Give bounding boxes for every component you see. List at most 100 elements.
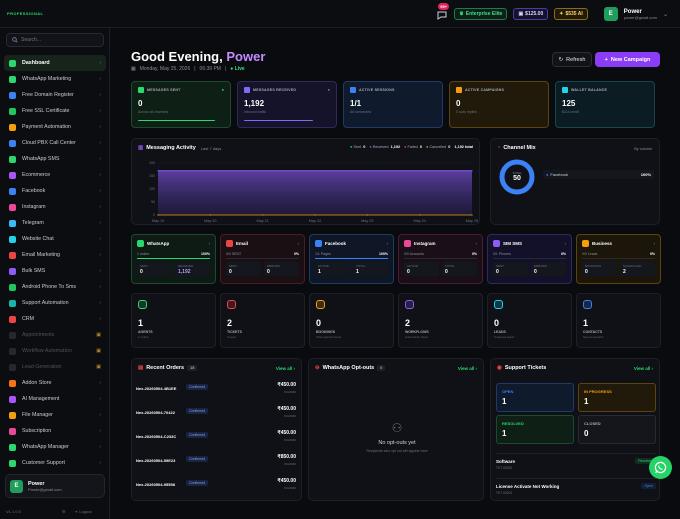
sidebar-item-free-ssl-certificate[interactable]: Free SSL Certificate › xyxy=(4,103,106,119)
channel-progress-track xyxy=(315,258,388,259)
optouts-view-all-link[interactable]: View all › xyxy=(458,366,477,371)
sidebar-item-whatsapp-marketing[interactable]: WhatsApp Marketing › xyxy=(4,71,106,87)
ticket-box-open[interactable]: OPEN 1 xyxy=(496,383,574,412)
channel-stat-value: 0 xyxy=(267,269,270,275)
sidebar-item-icon xyxy=(9,443,16,451)
sidebar-item-icon xyxy=(9,91,16,99)
order-row[interactable]: Nex-20260504-95558 Confirmed ₹450.00 5/4/20… xyxy=(136,477,296,499)
ticket-box-in-progress[interactable]: IN PROGRESS 1 xyxy=(578,383,656,412)
order-date: 5/4/2026 xyxy=(284,390,296,394)
sidebar-item-label: Email Marketing xyxy=(22,252,60,258)
sidebar-item-whatsapp-sms[interactable]: WhatsApp SMS › xyxy=(4,151,106,167)
sidebar-item-label: Lead Generation xyxy=(22,364,62,370)
ai-credits-badge[interactable]: ✦ $535 AI xyxy=(554,8,588,20)
order-row[interactable]: Nex-20260504-C233C Confirmed ₹450.00 5/4/20… xyxy=(136,429,296,451)
sidebar-search[interactable] xyxy=(6,33,104,47)
channel-card-whatsapp[interactable]: WhatsApp › 1 online 100% SENT 0 RECEIVED 1,192 xyxy=(131,234,216,284)
ticket-item[interactable]: License Activate Not Working TKT-00001 Ope… xyxy=(496,478,656,498)
sidebar-item-support-automation[interactable]: Support Automation › xyxy=(4,295,106,311)
ticket-box-value: 0 xyxy=(584,429,589,438)
stat-progress-bar xyxy=(244,119,313,121)
sidebar-item-website-chat[interactable]: Website Chat › xyxy=(4,231,106,247)
sidebar-item-cloud-pbx-call-center[interactable]: Cloud PBX Call Center › xyxy=(4,135,106,151)
sidebar-item-label: Subscription xyxy=(22,428,52,434)
y-tick-label: 150 xyxy=(149,174,155,178)
stat-sub: $114 credit xyxy=(562,110,580,114)
sidebar-item-icon xyxy=(9,411,16,419)
sidebar-item-crm[interactable]: CRM › xyxy=(4,311,106,327)
settings-icon[interactable]: ⚙ xyxy=(62,509,66,514)
channel-card-sim-sms[interactable]: SIM SMS › 0/1 Phones 0% SENT 0 ERRORS 0 xyxy=(487,234,572,284)
user-info[interactable]: Power power@gmail.com xyxy=(624,9,657,20)
sidebar-item-email-marketing[interactable]: Email Marketing › xyxy=(4,247,106,263)
channel-stat-box: SENT 0 xyxy=(137,262,172,276)
enterprise-plan-badge[interactable]: ♛ Enterprise Elite xyxy=(454,8,508,20)
notifications-button[interactable]: 99+ xyxy=(436,3,450,20)
sidebar-item-workflow-automation[interactable]: Workflow Automation ▣ xyxy=(4,343,106,359)
kpi-card-agents: 1 AGENTS 1 online xyxy=(131,293,216,348)
sidebar-item-customer-support[interactable]: Customer Support › xyxy=(4,455,106,471)
channel-name: SIM SMS xyxy=(503,241,523,246)
sidebar-item-dashboard[interactable]: Dashboard › xyxy=(4,55,106,71)
user-email: power@gmail.com xyxy=(623,14,657,20)
order-row[interactable]: Nex-20260504-4B1EE Confirmed ₹450.00 5/4/20… xyxy=(136,381,296,403)
refresh-button[interactable]: ↻ Refresh xyxy=(552,52,592,67)
sidebar-item-facebook[interactable]: Facebook › xyxy=(4,183,106,199)
user-avatar[interactable]: E xyxy=(603,7,618,21)
whatsapp-chat-fab[interactable] xyxy=(649,456,672,479)
chevron-down-icon[interactable]: ⌄ xyxy=(663,11,668,18)
channel-card-instagram[interactable]: Instagram › 0/0 Accounts 0% ACTIVE 0 TOTAL 0 xyxy=(398,234,483,284)
channel-stat-label: SENT xyxy=(229,264,238,268)
sidebar-item-appointments[interactable]: Appointments ▣ xyxy=(4,327,106,343)
wallet-balance-badge[interactable]: ▣ $125.00 xyxy=(513,8,549,20)
logout-button[interactable]: ⇥ Logout xyxy=(74,509,92,514)
sidebar-item-icon xyxy=(9,171,16,179)
channel-icon xyxy=(582,240,589,247)
ticket-item[interactable]: Software TKT-00002 Resolved xyxy=(496,453,656,473)
chevron-right-icon: › xyxy=(297,241,300,246)
order-row[interactable]: Nex-20260504-70422 Confirmed ₹450.00 5/4/20… xyxy=(136,405,296,427)
sidebar-item-instagram[interactable]: Instagram › xyxy=(4,199,106,215)
order-date: 5/4/2026 xyxy=(284,414,296,418)
channel-status: 0/0 Leads xyxy=(582,252,598,256)
sidebar-item-ecommerce[interactable]: Ecommerce › xyxy=(4,167,106,183)
ticket-box-resolved[interactable]: RESOLVED 1 xyxy=(496,415,574,444)
sidebar: Dashboard›WhatsApp Marketing›Free Domain… xyxy=(0,28,110,519)
channel-stat-label: ERRORS xyxy=(534,264,547,268)
kpi-value: 0 xyxy=(494,318,500,328)
channel-card-business[interactable]: Business › 0/0 Leads 0% BOOKINGS 0 SCHEDULED 2 xyxy=(576,234,661,284)
sidebar-item-bulk-sms[interactable]: Bulk SMS › xyxy=(4,263,106,279)
sidebar-item-ai-management[interactable]: AI Management › xyxy=(4,391,106,407)
tickets-view-all-link[interactable]: View all › xyxy=(634,366,653,371)
sidebar-user-card[interactable]: E Power Power@gmail.com xyxy=(5,474,105,498)
sidebar-item-subscription[interactable]: Subscription › xyxy=(4,423,106,439)
optouts-empty-title: No opt-outs yet xyxy=(378,440,416,446)
order-status-badge: Confirmed xyxy=(186,408,209,414)
new-campaign-button[interactable]: + New Campaign xyxy=(595,52,660,67)
order-status-badge: Confirmed xyxy=(186,456,209,462)
channel-pct: 0% xyxy=(293,252,299,256)
ticket-title: License Activate Not Working xyxy=(496,484,560,489)
sidebar-item-addon-store[interactable]: Addon Store › xyxy=(4,375,106,391)
channel-name: Instagram xyxy=(414,241,436,246)
sidebar-item-file-manager[interactable]: File Manager › xyxy=(4,407,106,423)
sidebar-item-whatsapp-manager[interactable]: WhatsApp Manager › xyxy=(4,439,106,455)
search-input[interactable] xyxy=(21,37,101,43)
kpi-card-leads: 0 LEADS Captured leads xyxy=(487,293,572,348)
channel-stat-label: ERRORS xyxy=(267,264,280,268)
order-row[interactable]: Nex-20260504-59E23 Confirmed ₹850.00 5/4/20… xyxy=(136,453,296,475)
donut-total-value: 50 xyxy=(513,175,521,182)
channel-stat-box: BOOKINGS 0 xyxy=(582,262,617,276)
order-date: 5/4/2026 xyxy=(284,438,296,442)
channel-card-facebook[interactable]: Facebook › 1/1 Pages 100% ACTIVE 1 TOTAL 1 xyxy=(309,234,394,284)
sidebar-item-free-domain-register[interactable]: Free Domain Register › xyxy=(4,87,106,103)
channel-card-email[interactable]: Email › 0/0 SENT 0% SENT 0 ERRORS 0 xyxy=(220,234,305,284)
ticket-box-closed[interactable]: CLOSED 0 xyxy=(578,415,656,444)
orders-view-all-link[interactable]: View all › xyxy=(276,366,295,371)
channel-mix-item-pct: 100% xyxy=(640,172,651,177)
sidebar-item-telegram[interactable]: Telegram › xyxy=(4,215,106,231)
current-date: Monday, May 25, 2026 xyxy=(139,66,191,72)
sidebar-item-lead-generation[interactable]: Lead Generation ▣ xyxy=(4,359,106,375)
sidebar-item-android-phone-to-sms[interactable]: Android Phone To Sms › xyxy=(4,279,106,295)
sidebar-item-payment-automation[interactable]: Payment Automation › xyxy=(4,119,106,135)
